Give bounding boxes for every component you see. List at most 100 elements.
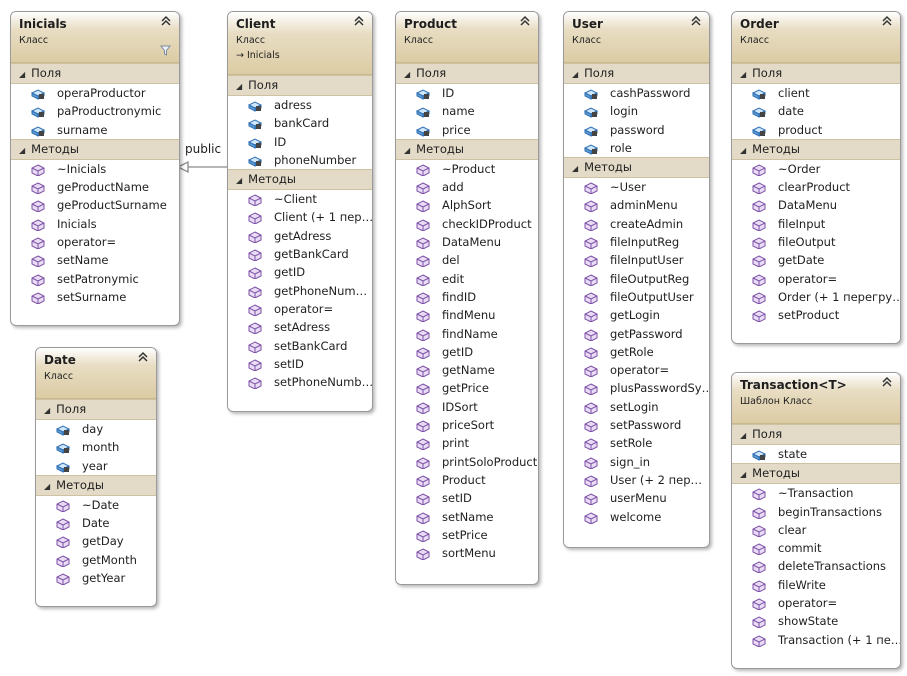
collapse-icon[interactable] <box>881 376 893 391</box>
method-row[interactable]: getPrice <box>396 379 538 397</box>
method-row[interactable]: getDate <box>732 251 900 269</box>
field-row[interactable]: product <box>732 121 900 139</box>
method-row[interactable]: commit <box>732 539 900 557</box>
method-row[interactable]: getDay <box>36 532 156 550</box>
field-row[interactable]: paProductronymic <box>11 102 179 120</box>
field-row[interactable]: date <box>732 102 900 120</box>
field-section-header[interactable]: ◢ Поля <box>732 63 900 84</box>
method-row[interactable]: setSurname <box>11 288 179 306</box>
method-row[interactable]: fileInputUser <box>564 251 709 269</box>
collapse-triangle-icon[interactable]: ◢ <box>740 470 746 479</box>
collapse-triangle-icon[interactable]: ◢ <box>19 70 25 79</box>
method-row[interactable]: operator= <box>732 270 900 288</box>
class-header[interactable]: Order Класс <box>732 12 900 63</box>
method-row[interactable]: setAdress <box>228 318 372 336</box>
method-row[interactable]: getID <box>396 343 538 361</box>
collapse-triangle-icon[interactable]: ◢ <box>740 431 746 440</box>
collapse-icon[interactable] <box>353 15 365 30</box>
collapse-icon[interactable] <box>160 15 172 30</box>
method-row[interactable]: setRole <box>564 434 709 452</box>
method-row[interactable]: DataMenu <box>732 196 900 214</box>
method-row[interactable]: Inicials <box>11 215 179 233</box>
field-row[interactable]: year <box>36 457 156 475</box>
method-row[interactable]: setProduct <box>732 306 900 324</box>
class-box-transaction-t[interactable]: Transaction<T> Шаблон Класс ◢ Поля state ◢ Мет… <box>731 372 901 669</box>
method-row[interactable]: ~Client <box>228 190 372 208</box>
field-section-header[interactable]: ◢ Поля <box>396 63 538 84</box>
method-row[interactable]: priceSort <box>396 416 538 434</box>
method-section-header[interactable]: ◢ Методы <box>36 474 156 496</box>
method-row[interactable]: ~Inicials <box>11 160 179 178</box>
method-row[interactable]: Transaction (+ 1 пе… <box>732 631 900 649</box>
collapse-triangle-icon[interactable]: ◢ <box>236 82 242 91</box>
method-section-header[interactable]: ◢ Методы <box>11 138 179 160</box>
class-header[interactable]: Date Класс <box>36 348 156 399</box>
method-row[interactable]: edit <box>396 270 538 288</box>
method-row[interactable]: IDSort <box>396 398 538 416</box>
field-row[interactable]: surname <box>11 121 179 139</box>
field-row[interactable]: name <box>396 102 538 120</box>
method-row[interactable]: setLogin <box>564 398 709 416</box>
method-row[interactable]: fileOutputReg <box>564 270 709 288</box>
collapse-triangle-icon[interactable]: ◢ <box>44 406 50 415</box>
method-row[interactable]: deleteTransactions <box>732 557 900 575</box>
field-row[interactable]: ID <box>396 84 538 102</box>
collapse-triangle-icon[interactable]: ◢ <box>404 146 410 155</box>
class-box-order[interactable]: Order Класс ◢ Поля client date product ◢ Методы ~… <box>731 11 901 344</box>
class-box-inicials[interactable]: Inicials Класс ◢ Поля operaProductor paProduc… <box>10 11 180 326</box>
method-row[interactable]: getYear <box>36 569 156 587</box>
field-section-header[interactable]: ◢ Поля <box>564 63 709 84</box>
field-row[interactable]: adress <box>228 96 372 114</box>
field-row[interactable]: month <box>36 438 156 456</box>
method-row[interactable]: clearProduct <box>732 178 900 196</box>
class-box-date[interactable]: Date Класс ◢ Поля day month year ◢ Методы ~Date Da… <box>35 347 157 607</box>
method-row[interactable]: ~Transaction <box>732 484 900 502</box>
method-row[interactable]: ~Product <box>396 160 538 178</box>
collapse-triangle-icon[interactable]: ◢ <box>236 176 242 185</box>
method-row[interactable]: sign_in <box>564 453 709 471</box>
method-row[interactable]: Product <box>396 471 538 489</box>
method-row[interactable]: createAdmin <box>564 215 709 233</box>
class-header[interactable]: Transaction<T> Шаблон Класс <box>732 373 900 424</box>
method-section-header[interactable]: ◢ Методы <box>564 157 709 179</box>
method-row[interactable]: findMenu <box>396 306 538 324</box>
collapse-triangle-icon[interactable]: ◢ <box>44 482 50 491</box>
method-row[interactable]: clear <box>732 521 900 539</box>
method-row[interactable]: fileOutputUser <box>564 288 709 306</box>
method-row[interactable]: ~Order <box>732 160 900 178</box>
collapse-triangle-icon[interactable]: ◢ <box>404 70 410 79</box>
field-row[interactable]: password <box>564 121 709 139</box>
method-row[interactable]: setBankCard <box>228 337 372 355</box>
field-section-header[interactable]: ◢ Поля <box>36 399 156 420</box>
collapse-triangle-icon[interactable]: ◢ <box>572 70 578 79</box>
method-section-header[interactable]: ◢ Методы <box>396 138 538 160</box>
method-row[interactable]: fileOutput <box>732 233 900 251</box>
field-row[interactable]: login <box>564 102 709 120</box>
method-row[interactable]: operator= <box>11 233 179 251</box>
field-row[interactable]: bankCard <box>228 114 372 132</box>
field-row[interactable]: state <box>732 445 900 463</box>
method-row[interactable]: setName <box>11 251 179 269</box>
method-row[interactable]: operator= <box>564 361 709 379</box>
field-section-header[interactable]: ◢ Поля <box>228 75 372 96</box>
method-row[interactable]: geProductSurname <box>11 196 179 214</box>
method-row[interactable]: beginTransactions <box>732 503 900 521</box>
method-row[interactable]: setPatronymic <box>11 270 179 288</box>
method-row[interactable]: getPassword <box>564 325 709 343</box>
class-header[interactable]: Client Класс → Inicials <box>228 12 372 75</box>
method-row[interactable]: getPhoneNum… <box>228 282 372 300</box>
method-row[interactable]: geProductName <box>11 178 179 196</box>
method-row[interactable]: fileInputReg <box>564 233 709 251</box>
method-row[interactable]: del <box>396 251 538 269</box>
method-row[interactable]: adminMenu <box>564 196 709 214</box>
collapse-triangle-icon[interactable]: ◢ <box>740 146 746 155</box>
field-row[interactable]: day <box>36 420 156 438</box>
class-header[interactable]: Product Класс <box>396 12 538 63</box>
method-row[interactable]: fileInput <box>732 215 900 233</box>
class-box-user[interactable]: User Класс ◢ Поля cashPassword login password r… <box>563 11 710 548</box>
method-row[interactable]: getBankCard <box>228 245 372 263</box>
class-box-client[interactable]: Client Класс → Inicials ◢ Поля adress bankCard… <box>227 11 373 412</box>
collapse-icon[interactable] <box>881 15 893 30</box>
method-row[interactable]: print <box>396 434 538 452</box>
method-row[interactable]: add <box>396 178 538 196</box>
